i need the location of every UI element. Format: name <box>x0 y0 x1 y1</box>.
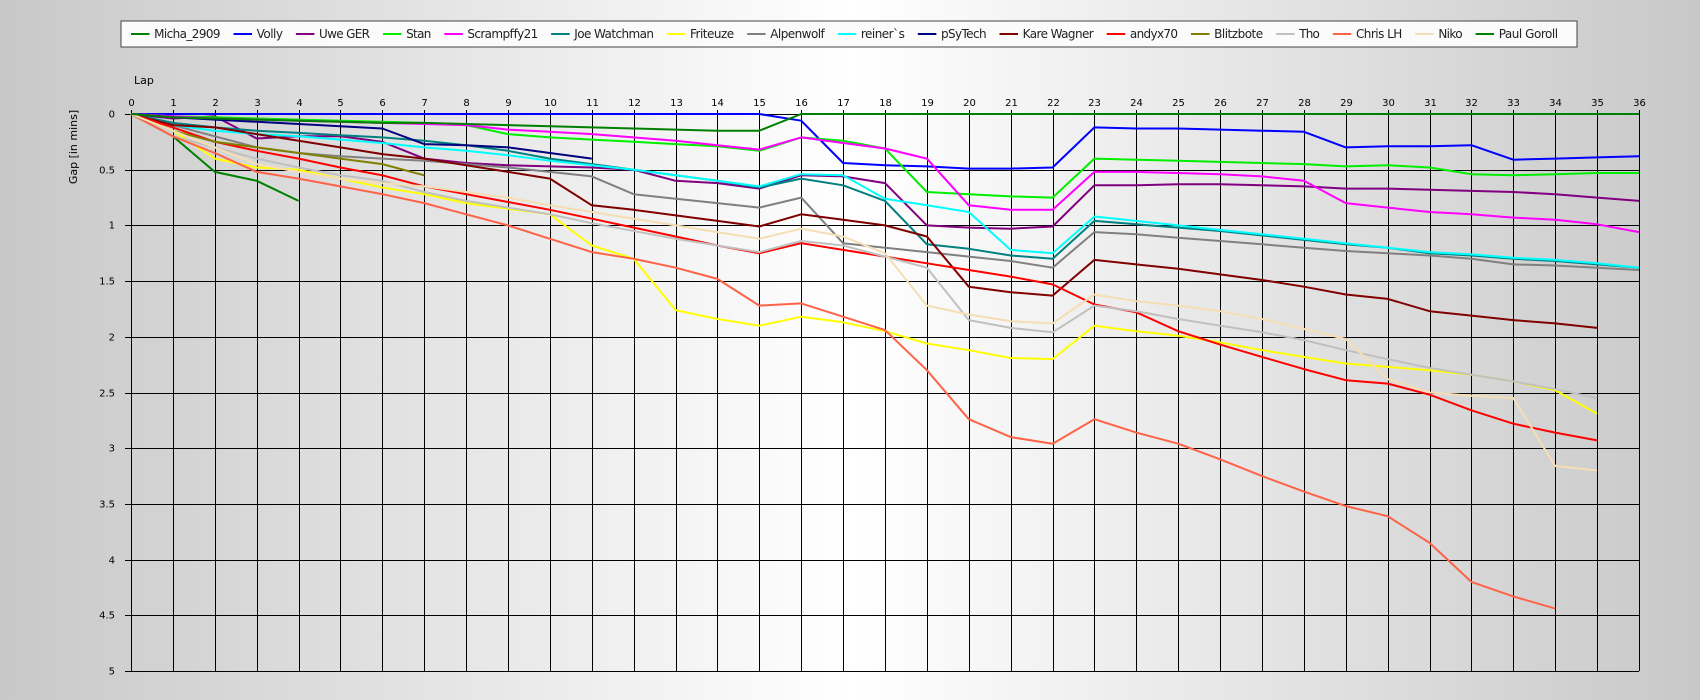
y-axis-title: Gap [in mins] <box>67 110 80 184</box>
legend: Micha_2909 Volly Uwe GER Stan Scrampffy21 Joe… <box>120 20 1578 48</box>
legend-label: Tho <box>1298 27 1320 41</box>
legend-label: Alpenwolf <box>770 27 825 41</box>
legend-label: Joe Watchman <box>573 27 654 41</box>
y-tick-label: 1 <box>109 221 115 232</box>
x-tick-label: 35 <box>1591 98 1604 109</box>
legend-label: Friteuze <box>690 27 734 41</box>
x-tick-label: 2 <box>212 98 218 109</box>
legend-label: Scrampffy21 <box>467 27 538 41</box>
x-tick-label: 5 <box>337 98 343 109</box>
x-tick-label: 20 <box>963 98 976 109</box>
x-tick-label: 10 <box>544 98 557 109</box>
gap-chart: Micha_2909 Volly Uwe GER Stan Scrampffy21 Joe… <box>67 20 1646 678</box>
x-tick-label: 6 <box>379 98 385 109</box>
x-tick-label: 13 <box>670 98 683 109</box>
y-tick-label: 3.5 <box>99 500 115 511</box>
x-tick-label: 7 <box>421 98 427 109</box>
legend-label: Volly <box>257 27 283 41</box>
y-tick-label: 0.5 <box>99 166 115 177</box>
x-tick-label: 32 <box>1465 98 1478 109</box>
x-tick-label: 23 <box>1088 98 1101 109</box>
x-tick-label: 15 <box>753 98 766 109</box>
x-tick-label: 1 <box>170 98 176 109</box>
x-tick-label: 21 <box>1005 98 1018 109</box>
legend-label: Chris LH <box>1356 27 1402 41</box>
y-tick-label: 5 <box>109 667 115 678</box>
y-tick-label: 0 <box>109 110 115 121</box>
x-tick-label: 16 <box>795 98 808 109</box>
x-tick-label: 34 <box>1549 98 1562 109</box>
x-tick-label: 29 <box>1340 98 1353 109</box>
x-tick-label: 18 <box>879 98 892 109</box>
y-tick-label: 4 <box>109 556 115 567</box>
legend-label: Paul Goroll <box>1499 27 1558 41</box>
x-tick-label: 28 <box>1298 98 1311 109</box>
x-tick-label: 19 <box>921 98 934 109</box>
series-line-15 <box>130 113 1598 472</box>
legend-label: pSyTech <box>941 27 987 41</box>
x-tick-label: 31 <box>1424 98 1437 109</box>
y-tick-label: 2 <box>109 333 115 344</box>
legend-label: Micha_2909 <box>154 27 220 41</box>
x-tick-label: 17 <box>837 98 850 109</box>
x-tick-label: 33 <box>1507 98 1520 109</box>
y-tick-label: 2.5 <box>99 389 115 400</box>
plot-area: 0 1 2 3 4 5 6 7 8 9 10 11 12 13 14 15 16 17 18 19 20 21 22 23 24… <box>99 98 1646 678</box>
x-tick-label: 22 <box>1047 98 1060 109</box>
x-tick-label: 8 <box>463 98 469 109</box>
x-tick-label: 36 <box>1633 98 1646 109</box>
x-tick-label: 26 <box>1214 98 1227 109</box>
legend-label: reiner`s <box>861 27 905 41</box>
x-tick-label: 4 <box>296 98 302 109</box>
legend-label: Kare Wagner <box>1023 27 1094 41</box>
legend-label: andyx70 <box>1130 27 1178 41</box>
x-tick-label: 30 <box>1382 98 1395 109</box>
x-tick-label: 25 <box>1172 98 1185 109</box>
y-tick-label: 3 <box>109 444 115 455</box>
series-line-11 <box>130 113 1598 442</box>
x-axis-title: Lap <box>134 74 154 87</box>
legend-label: Uwe GER <box>319 27 370 41</box>
x-tick-label: 24 <box>1130 98 1143 109</box>
legend-label: Blitzbote <box>1214 27 1263 41</box>
x-tick-label: 3 <box>254 98 260 109</box>
x-tick-label: 0 <box>128 98 134 109</box>
x-tick-label: 12 <box>628 98 641 109</box>
x-tick-label: 11 <box>586 98 599 109</box>
x-tick-label: 14 <box>711 98 724 109</box>
legend-label: Niko <box>1438 27 1462 41</box>
x-tick-label: 27 <box>1256 98 1269 109</box>
x-tick-label: 9 <box>505 98 511 109</box>
legend-label: Stan <box>406 27 431 41</box>
y-tick-label: 4.5 <box>99 611 115 622</box>
y-tick-label: 1.5 <box>99 277 115 288</box>
